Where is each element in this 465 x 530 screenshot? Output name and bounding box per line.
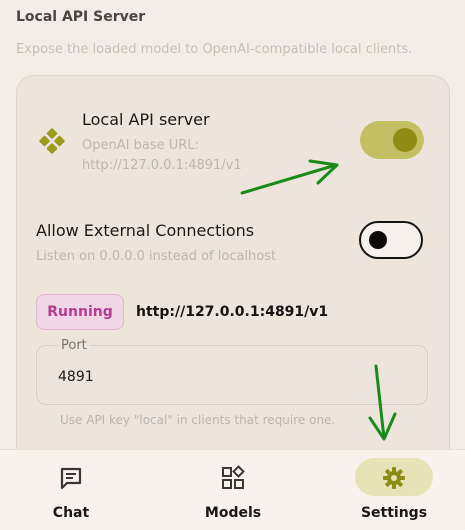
toggle-knob xyxy=(369,231,387,249)
nav-item-chat[interactable]: Chat xyxy=(16,450,126,530)
nav-item-settings[interactable]: Settings xyxy=(339,450,449,530)
annotation-arrow-icon xyxy=(240,159,339,195)
nav-label-models: Models xyxy=(204,505,262,521)
external-connections-title: Allow External Connections xyxy=(36,221,255,240)
toggle-knob xyxy=(393,128,417,152)
annotation-arrow-icon xyxy=(368,364,397,441)
nav-label-chat: Chat xyxy=(52,505,90,521)
chat-bubble-icon xyxy=(60,467,82,490)
port-value[interactable]: 4891 xyxy=(58,369,94,385)
api-key-hint: Use API key "local" in clients that requ… xyxy=(60,413,336,427)
nav-item-models[interactable]: Models xyxy=(178,450,288,530)
api-server-toggle[interactable] xyxy=(360,121,424,159)
server-url: http://127.0.0.1:4891/v1 xyxy=(136,304,329,320)
external-connections-toggle[interactable] xyxy=(359,221,423,259)
status-badge: Running xyxy=(36,294,124,330)
port-label: Port xyxy=(58,338,90,353)
bottom-navigation: Chat Models Settings xyxy=(0,449,465,530)
nav-label-settings: Settings xyxy=(360,505,428,521)
section-title: Local API Server xyxy=(16,9,146,25)
api-server-title: Local API server xyxy=(82,110,210,129)
settings-page: Local API Server Expose the loaded model… xyxy=(0,0,465,530)
external-connections-subtitle: Listen on 0.0.0.0 instead of localhost xyxy=(36,249,277,264)
gear-icon xyxy=(383,467,405,489)
section-description: Expose the loaded model to OpenAI-compat… xyxy=(16,42,413,57)
models-grid-icon xyxy=(222,465,245,489)
diamond-grid-icon xyxy=(39,128,65,154)
